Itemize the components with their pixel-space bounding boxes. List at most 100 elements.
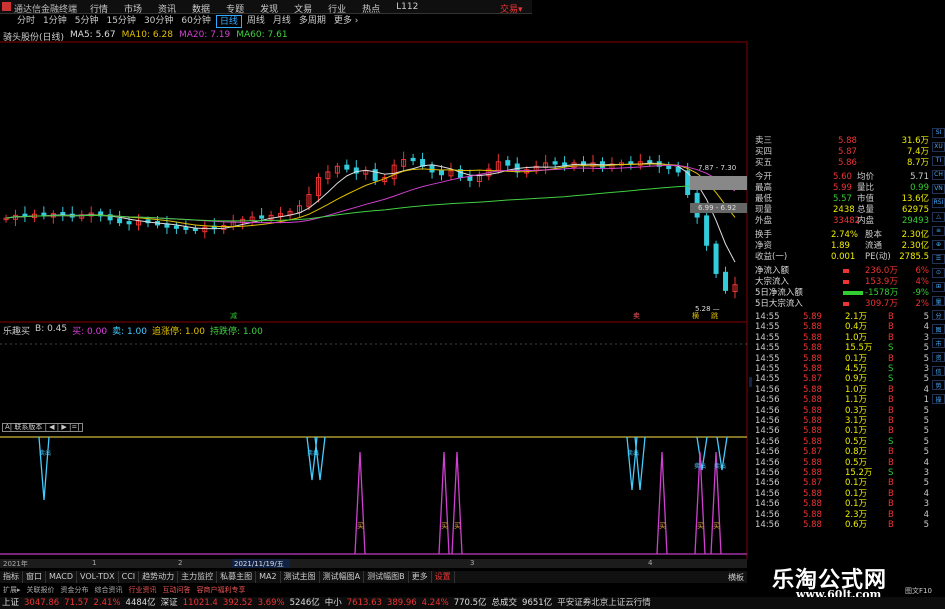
candle <box>704 215 710 246</box>
f10-button[interactable]: 图文F10 <box>905 586 932 596</box>
stat-label: 股本 <box>865 230 883 240</box>
ind-current-value: 1.33 <box>751 378 752 387</box>
candle <box>117 218 123 224</box>
stat-label: PE(动) <box>865 252 891 262</box>
stat-value: 2.30亿 <box>901 241 929 251</box>
order-volume: 31.6万 <box>901 136 929 146</box>
indicator-tab[interactable]: 趋势动力 <box>139 571 179 583</box>
kline-chart[interactable]: 7.87 - 7.306.99 - 6.925.28 —减卖横跳 卖出 卖出 卖出卖… <box>0 0 752 560</box>
tick-volume: 0.8万 <box>845 447 868 458</box>
indicator-tab[interactable]: 私募主图 <box>217 571 257 583</box>
tick-volume: 2.3万 <box>845 509 868 520</box>
status-item: 71.57 <box>64 598 89 608</box>
side-tool-button[interactable]: CH <box>932 170 945 180</box>
side-tool-button[interactable]: ⊙ <box>932 268 945 278</box>
side-tool-button[interactable]: 图 <box>932 324 945 334</box>
indicator-tab[interactable]: 指标 <box>0 571 23 583</box>
status-item: 5246亿 <box>289 598 320 608</box>
side-tool-button[interactable]: XU <box>932 142 945 152</box>
indicator-tab[interactable]: MACD <box>46 571 77 583</box>
tick-count: 5 <box>923 312 929 322</box>
indicator-tab[interactable]: 设置 <box>432 571 455 583</box>
flow-bar <box>843 269 849 273</box>
tick-count: 4 <box>923 509 929 520</box>
tick-time: 14:56 <box>755 499 780 510</box>
quote-row: 14:56 5.88 0.5万 S 5 <box>753 437 931 447</box>
indicator-tab[interactable]: MA2 <box>256 571 281 583</box>
side-tool-button[interactable]: △ <box>932 212 945 222</box>
status-item: 4.24% <box>421 598 449 608</box>
mode-button[interactable]: 横板 <box>728 572 744 583</box>
info-tab[interactable]: 扩展▸ <box>0 585 24 596</box>
flow-percent: 2% <box>915 299 930 309</box>
tick-side: S <box>888 364 894 374</box>
info-tab[interactable]: 互动问答 <box>160 585 194 596</box>
tick-side: B <box>888 353 894 364</box>
side-tool-button[interactable]: TI <box>932 156 945 166</box>
side-tool-button[interactable]: ≡ <box>932 226 945 236</box>
side-tool-button[interactable]: 势 <box>932 380 945 390</box>
indicator-tab[interactable]: 主力监控 <box>178 571 218 583</box>
order-volume: 8.7万 <box>906 158 929 168</box>
tick-time: 14:56 <box>755 520 780 530</box>
info-tab[interactable]: 资金分布 <box>58 585 92 596</box>
tick-volume: 4.5万 <box>845 364 868 374</box>
price-label-mid: 6.99 - 6.92 <box>698 204 736 212</box>
indicator-name[interactable]: 乐趣买 <box>3 324 30 337</box>
indicator-tab[interactable]: 测试幅图B <box>364 571 409 583</box>
date-tick-2: 2 <box>178 559 183 567</box>
tick-price: 5.88 <box>803 353 822 364</box>
side-tool-button[interactable]: ⊞ <box>932 282 945 292</box>
side-tool-button[interactable]: 分 <box>932 310 945 320</box>
date-tick-1: 1 <box>92 559 97 567</box>
tick-side: B <box>888 322 894 333</box>
indicator-tab[interactable]: 测试主图 <box>281 571 320 583</box>
flow-percent: 6% <box>915 266 930 276</box>
tick-count: 3 <box>923 332 929 343</box>
side-tool-button[interactable]: 操 <box>932 394 945 404</box>
tick-side: B <box>888 488 894 499</box>
side-tool-button[interactable]: 市 <box>932 338 945 348</box>
stat-value: 2.30亿 <box>901 230 929 240</box>
date-first: 2021年 <box>3 560 28 568</box>
indicator-tab[interactable]: CCI <box>119 571 140 583</box>
quote-row: 14:55 5.88 15.5万 S 5 <box>753 343 931 353</box>
indicator-tab[interactable]: 窗口 <box>23 571 46 583</box>
indicator-legend: 乐趣买 B: 0.45 买: 0.00 卖: 1.00 追涨停: 1.00 持跌… <box>0 324 263 337</box>
quote-row: 今开 5.60 均价 5.71 <box>753 172 931 182</box>
tick-time: 14:56 <box>755 457 780 468</box>
tick-volume: 0.5万 <box>845 436 868 447</box>
tick-volume: 1.0万 <box>845 384 868 395</box>
tick-volume: 0.6万 <box>845 520 868 530</box>
indicator-tab[interactable]: 更多 <box>409 571 432 583</box>
info-tab[interactable]: 关联报价 <box>24 585 58 596</box>
indicator-tab[interactable]: VOL-TDX <box>77 571 119 583</box>
quote-row: 14:56 5.87 0.8万 B 5 <box>753 447 931 457</box>
side-tool-button[interactable]: ⊕ <box>932 240 945 250</box>
info-tab[interactable]: 容商户福利专享 <box>194 585 249 596</box>
date-current: 2021/11/19/五 <box>232 559 290 568</box>
tick-count: 5 <box>923 447 929 458</box>
side-tool-button[interactable]: 信 <box>932 366 945 376</box>
candle <box>505 160 511 166</box>
flow-label: 净流入额 <box>755 266 790 276</box>
tick-price: 5.88 <box>803 405 822 416</box>
flow-value: 236.0万 <box>865 266 898 276</box>
side-tool-button[interactable]: ☰ <box>932 254 945 264</box>
buy-label: 买 <box>697 522 704 530</box>
side-tool-button[interactable]: 量 <box>932 296 945 306</box>
indicator-controls[interactable]: A| 联系版本 | ◀ | ▶ |=| <box>2 423 83 432</box>
tick-volume: 0.5万 <box>845 457 868 468</box>
tick-price: 5.88 <box>803 509 822 520</box>
side-tool-button[interactable]: 资 <box>932 352 945 362</box>
indicator-tab[interactable]: 测试幅图A <box>320 571 365 583</box>
info-tab[interactable]: 综合资讯 <box>92 585 126 596</box>
side-tool-button[interactable]: VN <box>932 184 945 194</box>
side-tool-button[interactable]: RSI <box>932 198 945 208</box>
tick-side: B <box>888 499 894 510</box>
info-tab[interactable]: 行业资讯 <box>126 585 160 596</box>
tick-volume: 0.1万 <box>845 499 868 510</box>
tick-price: 5.88 <box>803 364 822 374</box>
side-tool-button[interactable]: SI <box>932 128 945 138</box>
candle <box>126 221 132 225</box>
